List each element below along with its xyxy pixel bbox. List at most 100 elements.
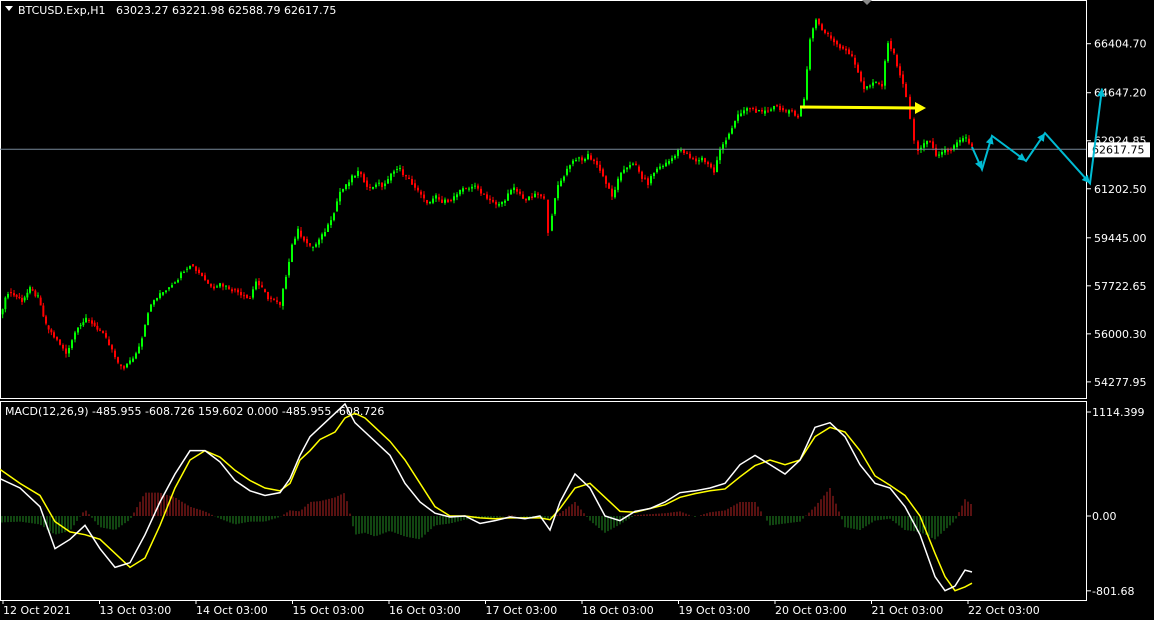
candle-body xyxy=(120,364,122,367)
candle-body xyxy=(620,172,622,181)
candle-body xyxy=(566,168,568,175)
candle-body xyxy=(1,309,4,315)
candle-body xyxy=(396,169,398,171)
candle-body xyxy=(210,283,212,287)
candle-body xyxy=(794,110,796,116)
candle-body xyxy=(375,184,377,187)
candle-body xyxy=(779,106,781,111)
candle-body xyxy=(399,167,401,170)
candle-body xyxy=(246,294,248,299)
candle-body xyxy=(537,193,539,195)
candle-body xyxy=(510,190,512,195)
candle-body xyxy=(309,243,311,246)
candle-body xyxy=(156,298,158,301)
candle-body xyxy=(390,173,392,181)
candle-body xyxy=(695,158,697,162)
projection-line xyxy=(971,88,1103,186)
candle-body xyxy=(683,149,685,154)
candle-body xyxy=(932,141,934,148)
macd-axis: 1114.399 0.00 -801.68 xyxy=(1086,406,1145,598)
candle-body xyxy=(764,110,766,114)
candle-body xyxy=(300,230,302,237)
candle-body xyxy=(785,110,787,112)
candle-body xyxy=(971,143,973,147)
candle-body xyxy=(129,360,131,364)
candle-body xyxy=(15,294,18,297)
candle-body xyxy=(114,350,116,358)
candle-body xyxy=(547,200,549,233)
trading-chart: BTCUSD.Exp,H1 63023.27 63221.98 62588.79… xyxy=(0,0,1150,617)
candle-body xyxy=(85,317,87,323)
candle-body xyxy=(710,163,712,168)
candle-body xyxy=(366,180,368,187)
candle-body xyxy=(306,239,308,244)
candle-body xyxy=(327,224,329,232)
candle-body xyxy=(237,289,239,293)
candle-body xyxy=(653,172,655,177)
candle-body xyxy=(65,348,67,354)
candle-body xyxy=(159,293,161,299)
projection-arrowhead-icon xyxy=(1017,152,1026,161)
candle-body xyxy=(869,85,871,87)
time-axis: 12 Oct 2021 13 Oct 03:00 14 Oct 03:00 15 Oc… xyxy=(2,600,1040,617)
candle-body xyxy=(854,57,856,65)
candle-body xyxy=(144,324,146,337)
candle-body xyxy=(614,189,616,198)
candle-body xyxy=(602,169,604,177)
candle-body xyxy=(704,158,706,163)
dropdown-arrow-icon[interactable] xyxy=(5,6,13,11)
candle-body xyxy=(354,175,356,178)
candle-body xyxy=(707,162,709,165)
candle-body xyxy=(21,297,23,302)
candle-body xyxy=(93,322,96,326)
candle-body xyxy=(13,293,15,296)
candle-body xyxy=(851,54,853,57)
candle-body xyxy=(420,191,422,195)
candle-body xyxy=(201,273,203,277)
candle-body xyxy=(450,200,452,201)
candle-body xyxy=(821,24,823,30)
candle-body xyxy=(872,82,874,86)
candle-body xyxy=(941,152,943,155)
candle-body xyxy=(528,196,530,200)
candle-body xyxy=(165,290,167,293)
yellow-arrowhead-icon xyxy=(915,102,926,114)
candle-body xyxy=(339,191,341,202)
candle-body xyxy=(381,182,383,188)
candle-body xyxy=(492,200,494,202)
candle-body xyxy=(7,294,9,298)
candle-body xyxy=(477,185,479,189)
candle-body xyxy=(483,193,485,195)
time-tick-label: 16 Oct 03:00 xyxy=(389,604,461,617)
candle-body xyxy=(71,340,73,349)
candle-body xyxy=(575,159,577,161)
candle-body xyxy=(956,142,958,148)
candle-body xyxy=(111,345,113,350)
candle-body xyxy=(258,280,260,286)
candle-body xyxy=(447,199,449,203)
candle-body xyxy=(384,183,386,187)
candle-body xyxy=(117,357,119,363)
candle-body xyxy=(459,189,461,195)
candle-body xyxy=(929,140,931,142)
candle-body xyxy=(551,215,553,231)
candle-body xyxy=(297,228,299,239)
candle-body xyxy=(336,201,338,212)
candle-body xyxy=(638,166,640,172)
candle-body xyxy=(818,18,820,25)
candle-body xyxy=(896,54,898,67)
candle-body xyxy=(719,148,721,161)
candle-body xyxy=(273,298,275,300)
candle-body xyxy=(68,348,70,354)
candle-body xyxy=(611,188,613,197)
candle-body xyxy=(641,171,643,179)
candle-body xyxy=(312,246,314,248)
candle-body xyxy=(800,107,802,117)
candle-body xyxy=(812,28,814,39)
candle-body xyxy=(563,176,565,181)
candle-body xyxy=(432,198,434,203)
candle-body xyxy=(37,295,39,297)
candle-body xyxy=(348,182,350,187)
candle-body xyxy=(228,286,230,290)
top-marker-icon[interactable] xyxy=(862,0,872,5)
